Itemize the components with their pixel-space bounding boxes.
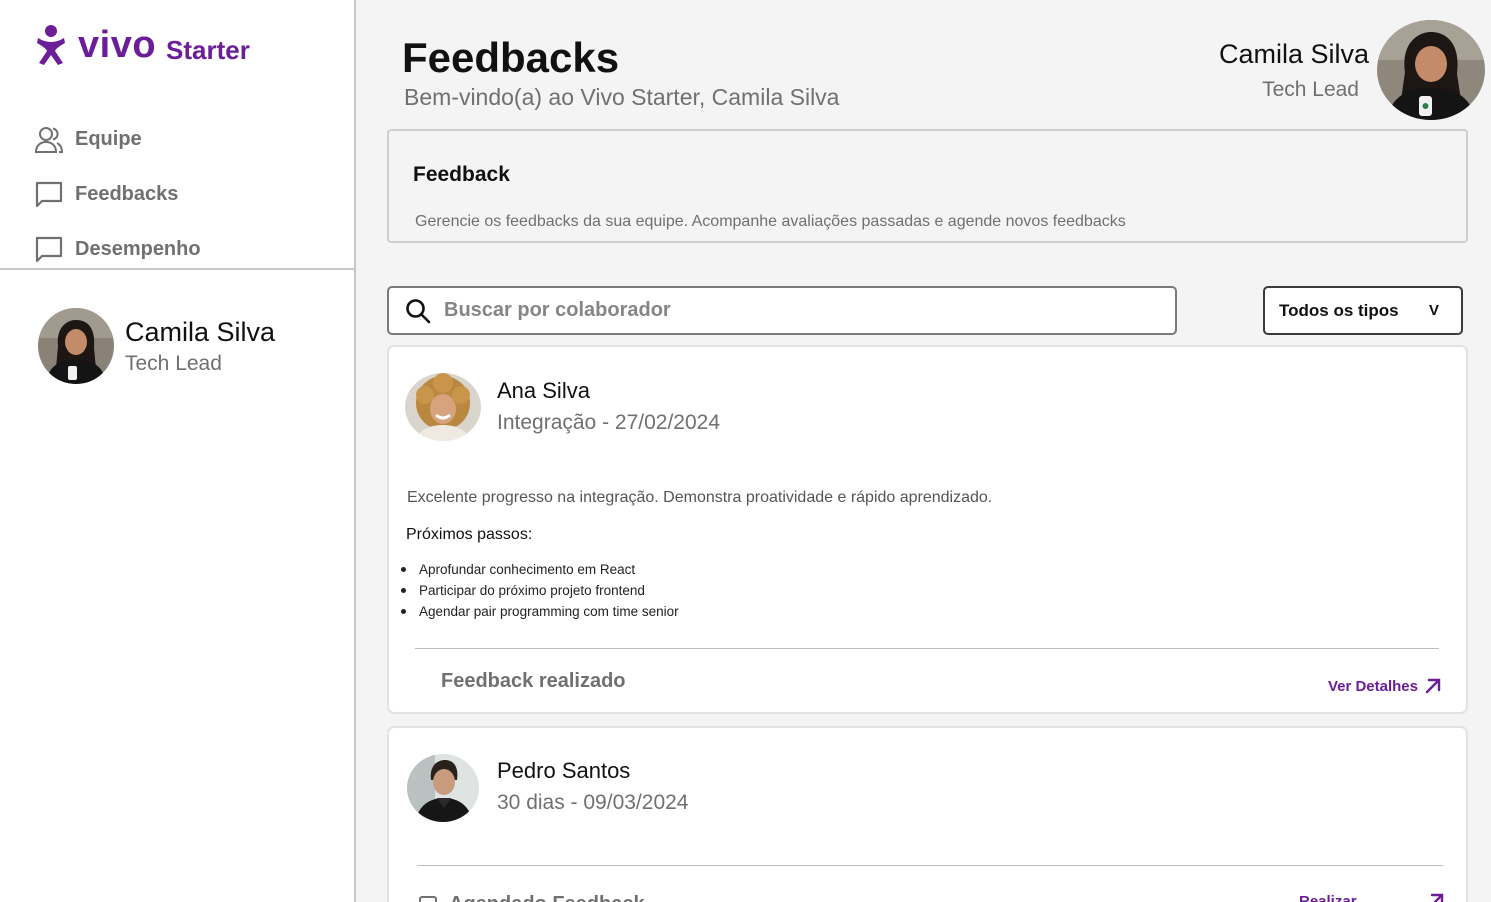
avatar (407, 754, 479, 822)
users-icon (34, 126, 64, 153)
vivo-person-icon (37, 25, 65, 65)
collaborator-name: Pedro Santos (497, 758, 631, 783)
collaborator-name: Ana Silva (497, 378, 590, 403)
panel-description: Gerencie os feedbacks da sua equipe. Aco… (415, 213, 1126, 230)
feedback-text: Excelente progresso na integração. Demon… (407, 489, 993, 506)
sidebar-nav: Equipe Feedbacks Desempenho (34, 112, 201, 277)
view-details-label: Ver Detalhes (1327, 677, 1418, 695)
type-filter-select[interactable]: Todos os tipos V (1263, 286, 1463, 335)
sidebar-item-feedbacks[interactable]: Feedbacks (34, 167, 201, 222)
feedback-meta: Integração - 27/02/2024 (497, 411, 721, 434)
realize-label: Realizar (1299, 892, 1357, 902)
calendar-icon (419, 895, 437, 902)
feedback-status: Feedback realizado (441, 670, 626, 692)
arrow-up-right-icon (1430, 893, 1444, 902)
sidebar: vivo Starter Equipe Feedbacks Desempenho (0, 0, 356, 902)
feedback-card: Pedro Santos 30 dias - 09/03/2024 Agenda… (387, 726, 1468, 902)
next-steps-list: Aprofundar conhecimento em React Partici… (401, 561, 679, 624)
chevron-down-icon: V (1428, 302, 1439, 319)
brand-name: vivo (78, 24, 157, 66)
message-square-icon (35, 181, 63, 207)
avatar (405, 373, 481, 441)
list-item: Agendar pair programming com time senior (401, 603, 679, 624)
panel-title: Feedback (413, 163, 510, 186)
list-item: Participar do próximo projeto frontend (401, 582, 679, 603)
vivo-starter-logo[interactable]: vivo Starter (34, 24, 250, 66)
feedback-meta: 30 dias - 09/03/2024 (497, 791, 689, 814)
sidebar-divider (0, 268, 354, 270)
sidebar-item-label: Feedbacks (75, 183, 179, 205)
view-details-link[interactable]: Ver Detalhes (1328, 677, 1442, 695)
type-filter-value: Todos os tipos (1279, 300, 1399, 320)
feedback-status: Agendado Feedback (419, 893, 645, 902)
sidebar-user-role: Tech Lead (125, 351, 222, 375)
card-divider (415, 648, 1439, 649)
feedback-card: Ana Silva Integração - 27/02/2024 Excele… (387, 345, 1468, 714)
sidebar-user-profile[interactable]: Camila Silva Tech Lead (38, 308, 275, 384)
sidebar-user-name: Camila Silva (125, 316, 276, 347)
arrow-up-right-icon (1425, 678, 1441, 694)
realize-feedback-link[interactable]: Realizar (1299, 892, 1445, 902)
page-title: Feedbacks (402, 34, 620, 81)
next-steps-title: Próximos passos: (406, 526, 533, 543)
page-subtitle: Bem-vindo(a) ao Vivo Starter, Camila Sil… (404, 84, 840, 110)
sidebar-item-label: Desempenho (75, 238, 201, 260)
feedback-status-label: Agendado Feedback (449, 893, 645, 902)
search-icon (406, 298, 431, 323)
list-item: Aprofundar conhecimento em React (401, 561, 679, 582)
message-square-icon (35, 236, 63, 262)
search-bar[interactable] (387, 286, 1177, 335)
search-input[interactable] (444, 299, 1144, 322)
card-divider (417, 865, 1443, 866)
sidebar-item-label: Equipe (75, 128, 142, 150)
avatar (1377, 20, 1485, 120)
brand-product: Starter (166, 34, 250, 65)
header-user-profile[interactable]: Camila Silva Tech Lead (1219, 20, 1485, 120)
feedback-info-panel: Feedback Gerencie os feedbacks da sua eq… (387, 129, 1468, 243)
sidebar-item-equipe[interactable]: Equipe (34, 112, 201, 167)
header-user-role: Tech Lead (1262, 77, 1359, 101)
header-user-name: Camila Silva (1218, 38, 1369, 69)
avatar (38, 308, 114, 384)
